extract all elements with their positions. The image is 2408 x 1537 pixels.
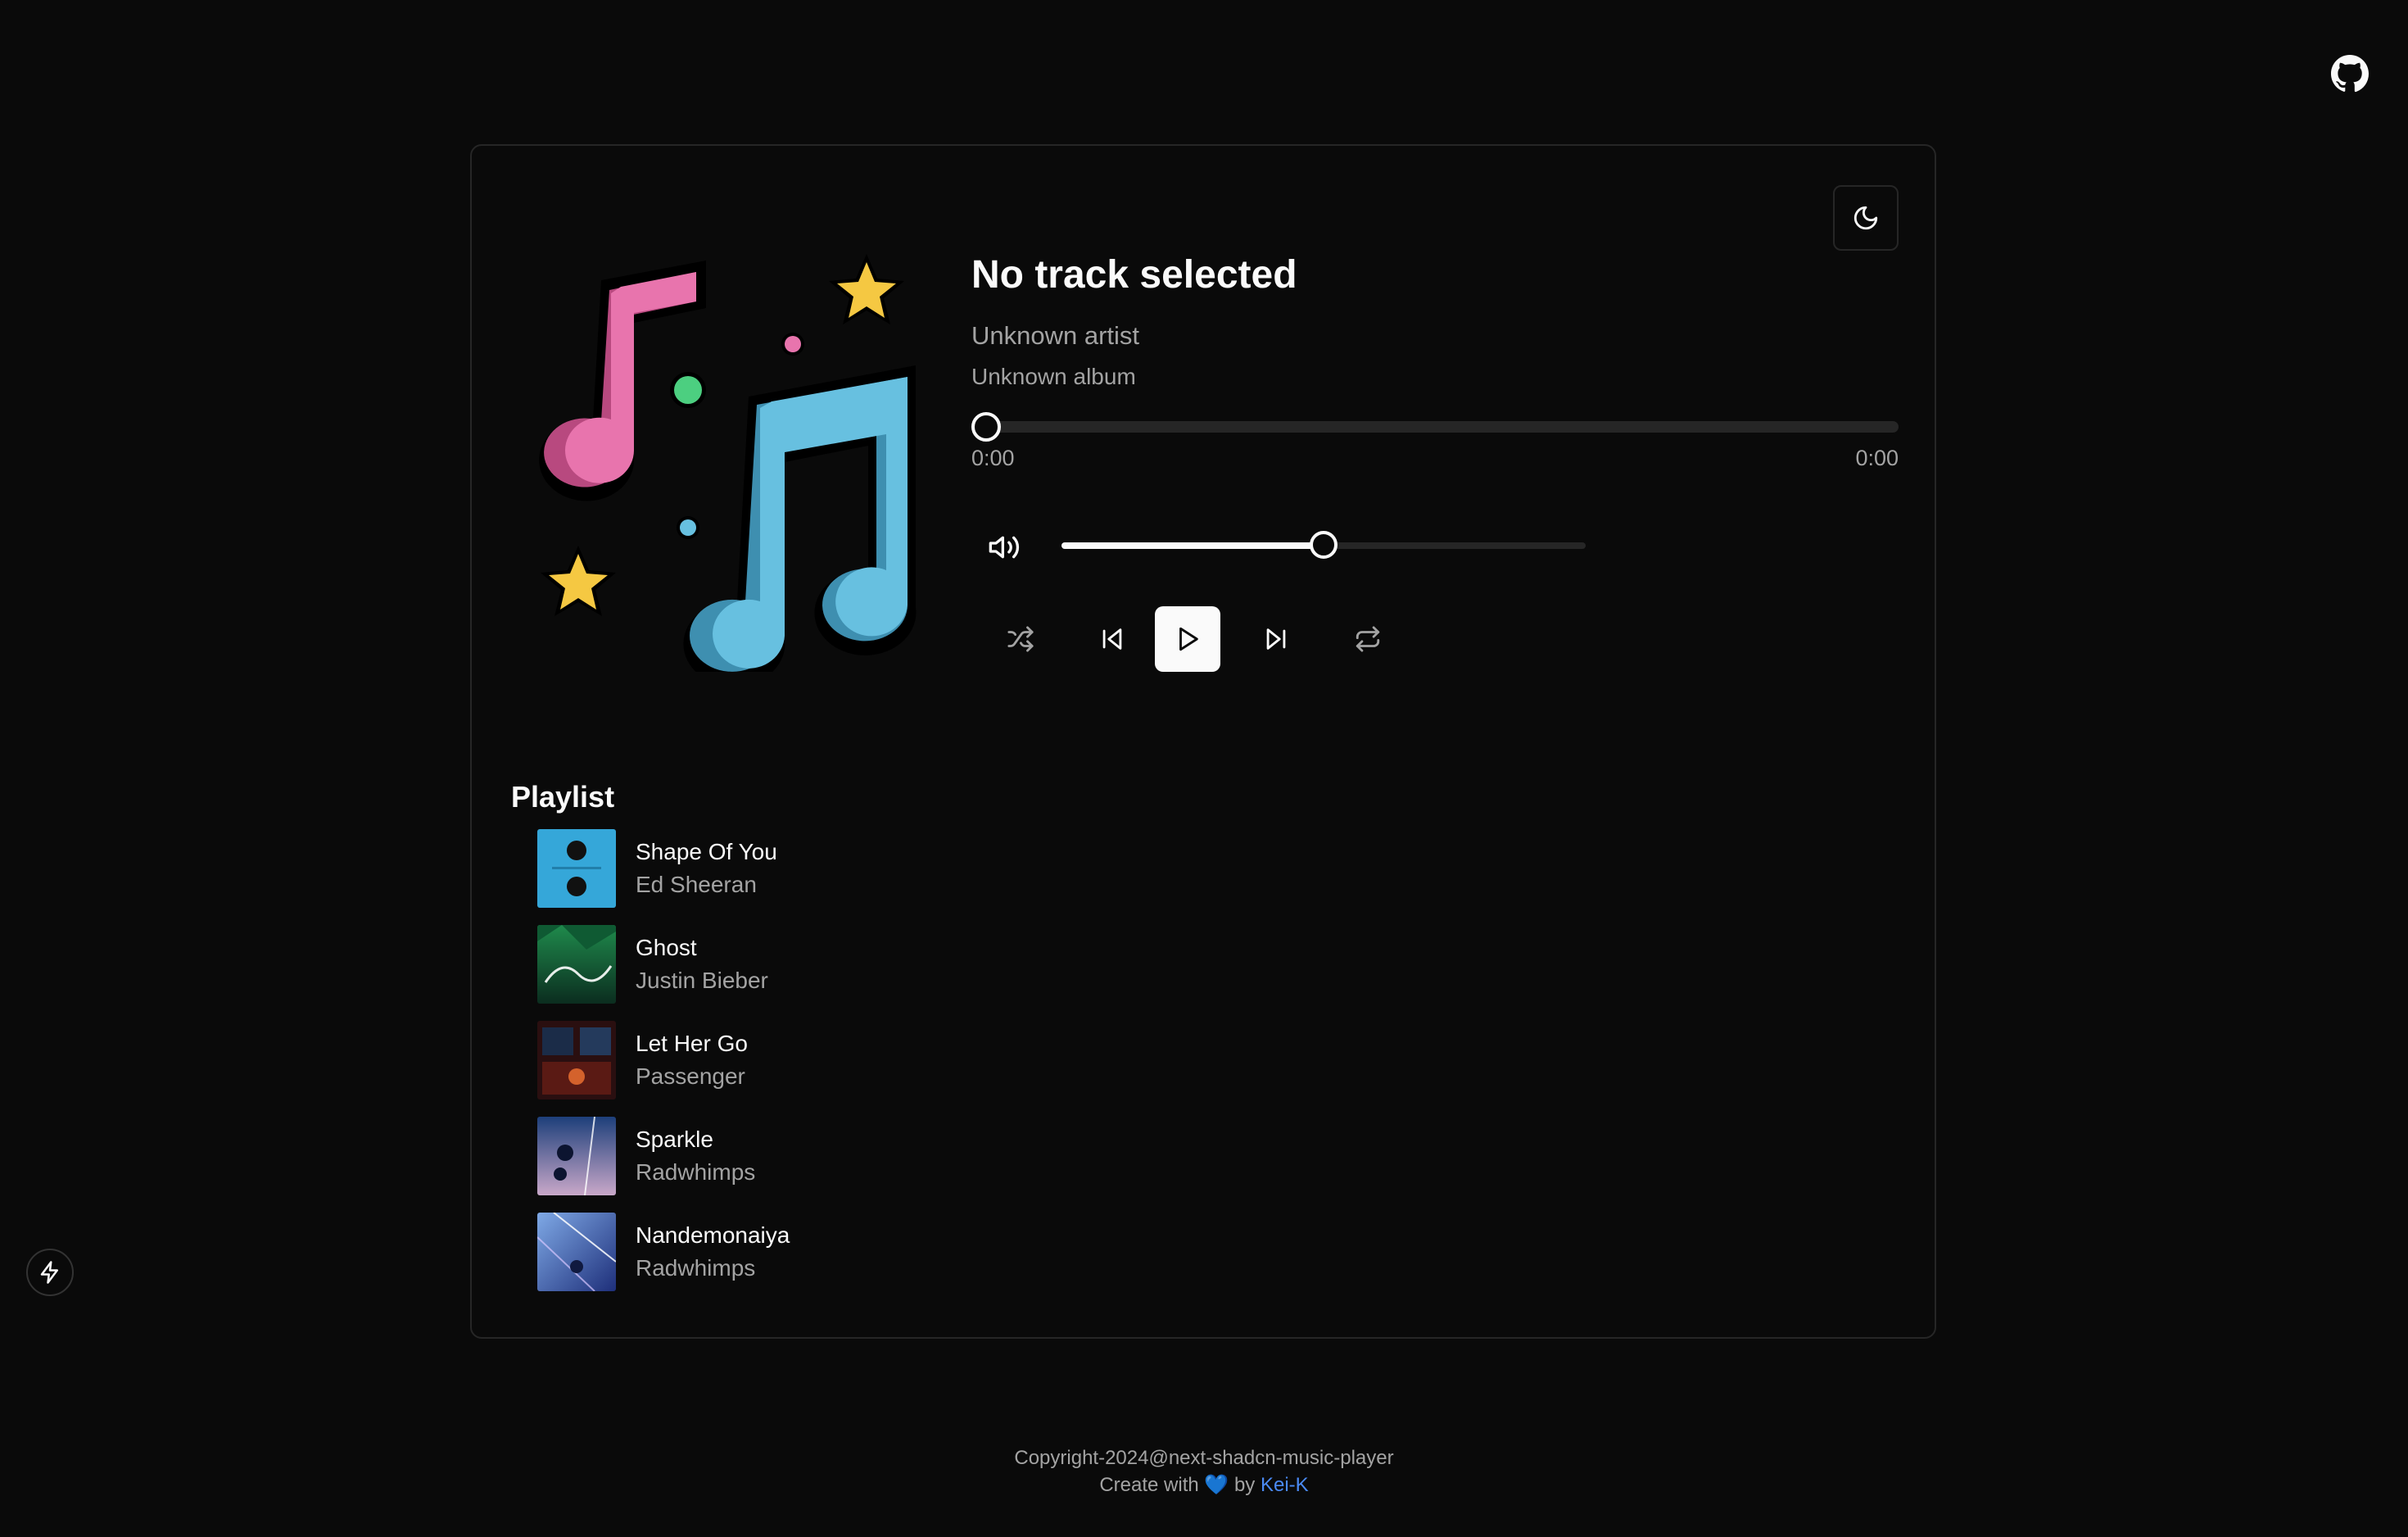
playlist-item[interactable]: Shape Of You Ed Sheeran: [537, 829, 1029, 911]
footer-by-text: by: [1233, 1474, 1256, 1496]
volume-fill: [1061, 542, 1324, 549]
track-artist: Unknown artist: [971, 321, 1140, 350]
player-card: No track selected Unknown artist Unknown…: [470, 144, 1936, 1339]
playlist-track-artist: Radwhimps: [636, 1159, 756, 1185]
lightning-bolt-icon: [40, 1261, 58, 1284]
album-cover: [537, 1021, 616, 1099]
album-cover: [537, 1117, 616, 1195]
volume-thumb[interactable]: [1310, 531, 1338, 559]
play-icon: [1179, 627, 1198, 651]
footer-create-text: Create with: [1099, 1474, 1199, 1496]
play-button[interactable]: [1155, 606, 1220, 672]
progress-thumb[interactable]: [971, 412, 1001, 442]
playlist-item[interactable]: Nandemonaiya Radwhimps: [537, 1213, 1029, 1294]
album-cover: [537, 829, 616, 908]
album-cover: [537, 1213, 616, 1291]
playlist-track-name: Let Her Go: [636, 1031, 748, 1056]
theme-toggle-button[interactable]: [1833, 185, 1899, 251]
playlist-track-name: Sparkle: [636, 1127, 713, 1152]
previous-button[interactable]: [1080, 606, 1145, 672]
playlist-item[interactable]: Ghost Justin Bieber: [537, 925, 1029, 1007]
total-time: 0:00: [1855, 446, 1899, 470]
playlist-track-artist: Radwhimps: [636, 1255, 756, 1281]
footer-credit: Create with 💙 by Kei-K: [0, 1473, 2408, 1497]
heart-icon: 💙: [1204, 1474, 1229, 1496]
progress-slider[interactable]: [971, 421, 1899, 433]
github-link[interactable]: [2330, 54, 2370, 93]
track-album: Unknown album: [971, 364, 1136, 389]
skip-forward-icon: [1266, 628, 1286, 650]
playlist-track-artist: Ed Sheeran: [636, 872, 757, 897]
volume-button[interactable]: [988, 531, 1021, 564]
playlist-title: Playlist: [511, 780, 615, 814]
volume-icon: [989, 536, 1020, 559]
skip-back-icon: [1102, 628, 1122, 650]
playlist-item[interactable]: Sparkle Radwhimps: [537, 1117, 1029, 1199]
playlist-track-name: Shape Of You: [636, 839, 777, 864]
github-icon: [2331, 55, 2370, 93]
footer-copyright: Copyright-2024@next-shadcn-music-player: [1014, 1447, 1394, 1469]
playlist-track-name: Nandemonaiya: [636, 1222, 790, 1248]
playlist-item[interactable]: Let Her Go Passenger: [537, 1021, 1029, 1103]
repeat-icon: [1356, 626, 1380, 652]
current-time: 0:00: [971, 446, 1015, 470]
repeat-button[interactable]: [1335, 606, 1401, 672]
playlist-track-artist: Justin Bieber: [636, 968, 768, 993]
album-art-music-notes: [539, 254, 917, 672]
next-button[interactable]: [1243, 606, 1309, 672]
album-cover: [537, 925, 616, 1004]
shuffle-button[interactable]: [988, 606, 1053, 672]
track-title: No track selected: [971, 253, 1297, 297]
playlist-track-name: Ghost: [636, 935, 697, 960]
shuffle-icon: [1007, 626, 1034, 652]
moon-icon: [1854, 206, 1878, 230]
author-link[interactable]: Kei-K: [1261, 1474, 1309, 1496]
playlist-track-artist: Passenger: [636, 1063, 745, 1089]
devtools-button[interactable]: [26, 1249, 74, 1296]
